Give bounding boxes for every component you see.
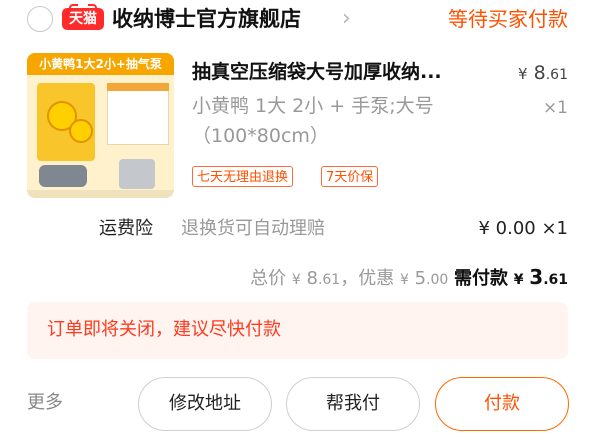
tmall-logo-icon: 天猫 xyxy=(62,4,104,30)
product-quantity: ×1 xyxy=(542,98,568,118)
discount-label: ，优惠 xyxy=(340,268,395,289)
coat-graphic xyxy=(119,159,155,189)
product-image[interactable]: 小黄鸭1大2小+抽气泵 xyxy=(27,53,174,198)
amount-due-symbol: ¥ xyxy=(513,272,524,288)
discount-integer: 5 xyxy=(414,268,427,289)
chevron-right-icon[interactable]: › xyxy=(342,5,351,33)
blanket-graphic xyxy=(39,165,87,187)
product-title[interactable]: 抽真空压缩袋大号加厚收纳... xyxy=(192,58,442,86)
total-label: 总价 xyxy=(250,268,287,289)
amount-due-integer: 3 xyxy=(529,265,544,289)
more-menu-button[interactable]: 更多 xyxy=(27,389,63,417)
service-tag-price-protect: 7天价保 xyxy=(321,166,379,187)
pay-button[interactable]: 付款 xyxy=(435,377,569,431)
amount-due-decimal: .61 xyxy=(543,272,568,288)
product-spec: 小黄鸭 1大 2小 + 手泵;大号 （100*80cm） xyxy=(192,91,532,151)
order-status: 等待买家付款 xyxy=(448,7,568,31)
change-address-button[interactable]: 修改地址 xyxy=(138,377,272,431)
duck-graphic xyxy=(69,119,93,143)
total-decimal: .61 xyxy=(317,272,341,288)
price-decimal: .61 xyxy=(545,67,568,83)
freight-insurance-desc: 退换货可自动理赔 xyxy=(181,218,325,239)
freight-insurance-value: ¥ 0.00 ×1 xyxy=(478,218,568,239)
size-table-header-graphic xyxy=(107,83,169,91)
discount-decimal: .00 xyxy=(426,272,449,288)
shop-name[interactable]: 收纳博士官方旗舰店 xyxy=(112,3,301,35)
order-totals: 总价 ¥ 8.61，优惠 ¥ 5.00 需付款 ¥ 3.61 xyxy=(250,263,568,294)
product-price: ¥ 8.61 xyxy=(518,60,568,88)
total-integer: 8 xyxy=(306,268,318,289)
freight-insurance-label: 运费险 xyxy=(99,218,153,239)
close-warning-text: 订单即将关闭，建议尽快付款 xyxy=(47,319,281,340)
discount-symbol: ¥ xyxy=(399,272,409,288)
product-image-banner: 小黄鸭1大2小+抽气泵 xyxy=(27,53,174,75)
price-integer: 8 xyxy=(533,62,546,84)
select-radio[interactable] xyxy=(27,6,53,32)
product-spec-line: （100*80cm） xyxy=(192,125,329,147)
total-symbol: ¥ xyxy=(291,272,301,288)
size-table-graphic xyxy=(107,83,169,145)
product-spec-line: 小黄鸭 1大 2小 + 手泵;大号 xyxy=(192,95,434,117)
amount-due-label: 需付款 xyxy=(454,268,509,289)
service-tag-return: 七天无理由退换 xyxy=(192,166,294,187)
price-symbol: ¥ xyxy=(518,65,528,83)
image-footer-strip xyxy=(27,190,174,198)
help-me-pay-button[interactable]: 帮我付 xyxy=(286,377,420,431)
